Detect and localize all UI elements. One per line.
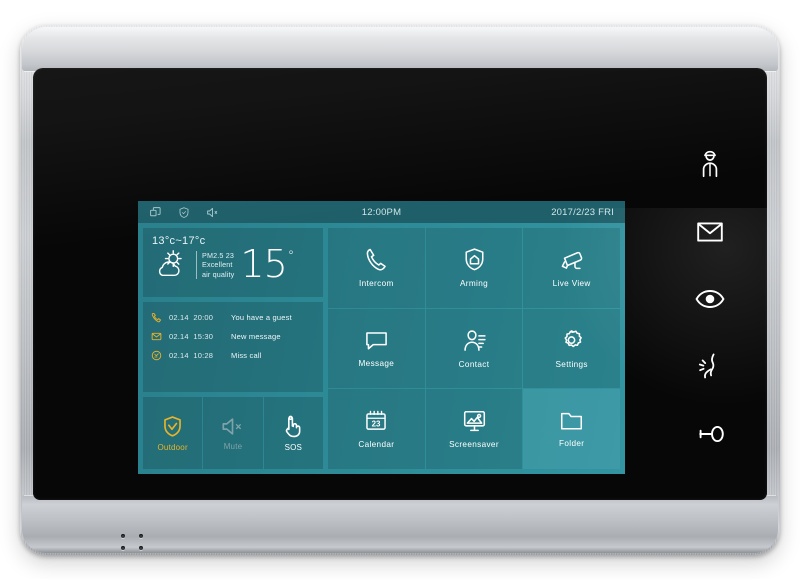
status-bar: 12:00PM 2017/2/23 FRI (138, 201, 625, 223)
app-grid: Intercom Arming Live View Message Contac… (328, 228, 621, 470)
app-label: Message (358, 359, 395, 368)
event-text: New message (231, 332, 281, 341)
event-timestamp: 02.14 20:00 (169, 313, 214, 322)
calendar-day: 23 (372, 420, 381, 429)
event-text: You have a guest (231, 313, 292, 322)
app-label: Calendar (358, 440, 395, 450)
shield-check-icon (162, 415, 183, 438)
picture-icon (462, 409, 487, 433)
key-message[interactable] (689, 211, 731, 253)
app-label: Live View (552, 278, 591, 288)
ui-body: 13°c~17°c PM2.5 23 Excellent air quality… (138, 223, 625, 474)
key-icon (694, 424, 726, 444)
app-row: Intercom Arming Live View (328, 228, 621, 308)
key-talk[interactable] (689, 346, 731, 388)
touchscreen-ui[interactable]: 12:00PM 2017/2/23 FRI 13°c~17°c PM2.5 23… (138, 201, 625, 474)
air-quality-line2: air quality (202, 269, 235, 279)
missed-icon (151, 350, 169, 361)
hardware-key-column (665, 85, 755, 485)
app-row: 23 Calendar Screensaver Folder (328, 389, 621, 470)
app-settings[interactable]: Settings (523, 308, 621, 389)
envelope-icon (696, 220, 724, 244)
status-time: 12:00PM (361, 206, 402, 218)
app-screensaver[interactable]: Screensaver (425, 389, 523, 470)
outdoor-button[interactable]: Outdoor (143, 397, 203, 469)
app-label: Settings (555, 360, 588, 369)
app-row: Message Contact Settings (328, 308, 621, 389)
key-concierge[interactable] (689, 143, 731, 185)
speaker-holes (121, 534, 147, 550)
key-live-view[interactable] (689, 278, 731, 320)
sun-cloud-icon (152, 248, 194, 282)
event-timestamp: 02.14 10:28 (169, 351, 214, 360)
phone-icon (151, 312, 169, 323)
app-arming[interactable]: Arming (425, 228, 523, 308)
sos-button[interactable]: SOS (263, 397, 323, 469)
outdoor-label: Outdoor (157, 442, 188, 452)
app-folder[interactable]: Folder (523, 389, 621, 470)
app-message[interactable]: Message (328, 308, 425, 389)
chat-bubble-icon (364, 329, 389, 352)
top-bezel-band (22, 27, 778, 71)
gear-icon (559, 328, 584, 353)
current-temperature: 15 ° (240, 242, 294, 287)
event-timestamp: 02.14 15:30 (169, 332, 214, 341)
weather-widget[interactable]: 13°c~17°c PM2.5 23 Excellent air quality… (143, 228, 323, 297)
calendar-icon: 23 (364, 409, 388, 433)
mute-button[interactable]: Mute (203, 397, 263, 469)
left-column: 13°c~17°c PM2.5 23 Excellent air quality… (143, 228, 323, 469)
temperature-value: 15 (240, 242, 287, 287)
guard-person-icon (696, 149, 724, 179)
event-list[interactable]: 02.14 20:00 You have a guest 02.14 15:30 (143, 302, 323, 392)
key-unlock[interactable] (689, 413, 731, 455)
hand-tap-icon (283, 415, 303, 438)
contact-icon (462, 328, 487, 353)
app-label: Contact (458, 360, 490, 369)
weather-range: 13°c~17°c (152, 235, 206, 247)
app-label: Folder (559, 439, 585, 449)
handset-icon (364, 247, 389, 272)
shield-home-icon (463, 247, 486, 272)
indoor-monitor-device: 12:00PM 2017/2/23 FRI 13°c~17°c PM2.5 23… (20, 25, 780, 555)
app-intercom[interactable]: Intercom (328, 228, 425, 308)
degree-symbol: ° (287, 249, 294, 265)
list-item[interactable]: 02.14 20:00 You have a guest (151, 308, 317, 327)
app-label: Arming (459, 279, 489, 289)
list-item[interactable]: 02.14 10:28 Miss call (151, 346, 317, 365)
talk-icon (696, 352, 724, 382)
cctv-camera-icon (558, 248, 585, 272)
mail-icon (151, 331, 169, 342)
app-label: Screensaver (449, 440, 499, 450)
event-text: Miss call (231, 351, 262, 360)
quick-controls: Outdoor Mute SOS (143, 397, 323, 469)
app-contact[interactable]: Contact (425, 308, 523, 389)
app-calendar[interactable]: 23 Calendar (328, 389, 425, 470)
list-item[interactable]: 02.14 15:30 New message (151, 327, 317, 346)
app-label: Intercom (359, 279, 394, 289)
air-quality-line1: Excellent (202, 260, 233, 270)
eye-icon (695, 288, 725, 310)
app-live-view[interactable]: Live View (523, 228, 621, 308)
glass-panel: 12:00PM 2017/2/23 FRI 13°c~17°c PM2.5 23… (33, 68, 767, 500)
speaker-mute-icon (221, 416, 244, 437)
mute-label: Mute (223, 441, 243, 451)
pm-value: 23 (225, 251, 234, 261)
pm-label: PM2.5 (202, 251, 224, 261)
air-quality-info: PM2.5 23 Excellent air quality (196, 251, 234, 279)
folder-icon (559, 410, 584, 432)
sos-label: SOS (284, 442, 303, 452)
